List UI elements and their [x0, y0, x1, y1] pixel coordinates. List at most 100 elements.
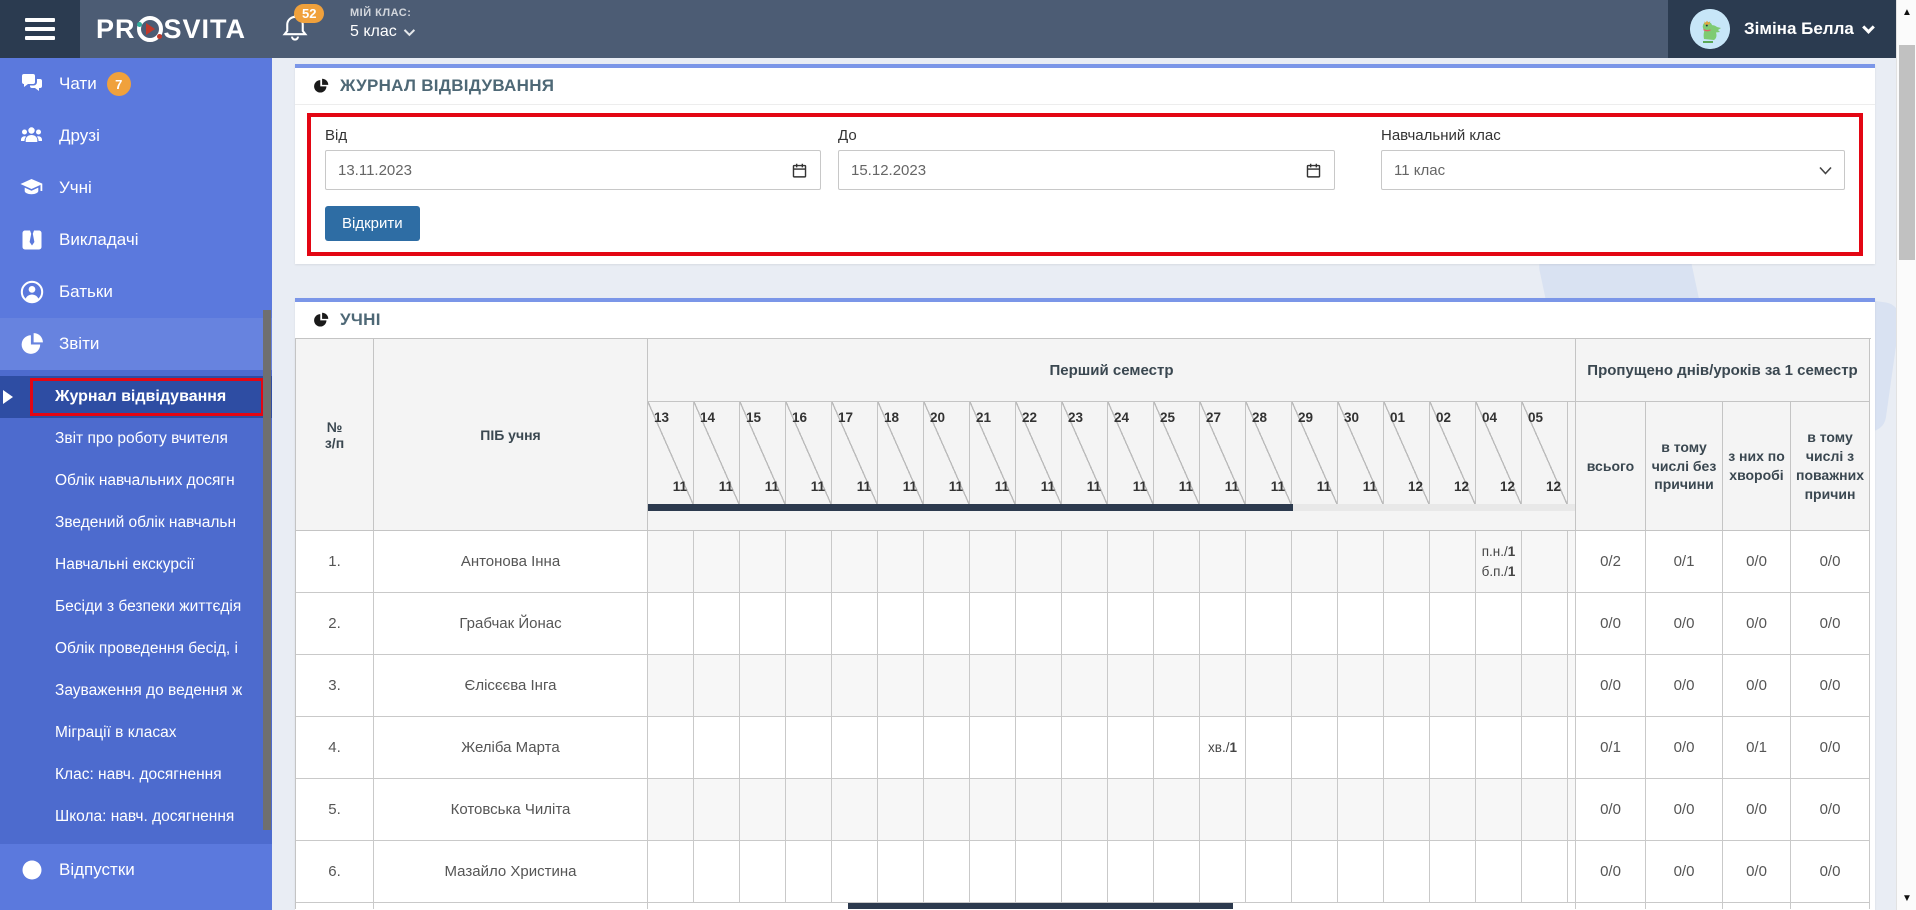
attendance-cell: [1062, 593, 1108, 655]
summary-value-cell: 0/0: [1723, 841, 1791, 903]
sidebar-item-tie[interactable]: Викладачі: [0, 214, 272, 266]
attendance-cell: [924, 593, 970, 655]
students-panel: УЧНІ № з/п ПІБ учня Перший семестр Пропущ…: [295, 298, 1875, 910]
submenu-item-8[interactable]: Зауваження до ведення ж: [0, 670, 272, 712]
summary-value-cell: 0/0: [1576, 655, 1646, 717]
sidebar-item-person[interactable]: Батьки: [0, 266, 272, 318]
summary-column-header-2: в тому числі без причини: [1646, 402, 1723, 531]
attendance-cell: [694, 779, 740, 841]
submenu-item-6[interactable]: Бесіди з безпеки життєдія: [0, 586, 272, 628]
date-header-01-12: 01 12: [1384, 402, 1430, 504]
attendance-cell: [1200, 655, 1246, 717]
menu-toggle-button[interactable]: [0, 0, 80, 58]
panel-header: УЧНІ: [295, 302, 1875, 338]
attendance-cell: [740, 841, 786, 903]
attendance-cell: [878, 841, 924, 903]
date-day: 29: [1298, 410, 1314, 425]
attendance-cell: [1430, 779, 1476, 841]
attendance-cell: [1338, 655, 1384, 717]
date-month: 11: [764, 479, 779, 494]
class-select[interactable]: 11 клас: [1381, 150, 1845, 190]
attendance-cell: [1062, 717, 1108, 779]
date-month: 11: [948, 479, 963, 494]
submenu-item-11[interactable]: Школа: навч. досягнення: [0, 796, 272, 838]
dino-avatar-icon: [1690, 9, 1730, 49]
sidebar: Чати 7 Друзі Учні Викладачі Батьки Звіти Журна…: [0, 58, 272, 910]
date-day: 24: [1114, 410, 1130, 425]
submenu-item-9[interactable]: Міграції в класах: [0, 712, 272, 754]
notifications-button[interactable]: 52: [280, 4, 326, 52]
submenu-item-1[interactable]: Журнал відвідування: [0, 376, 272, 418]
sidebar-item-grad[interactable]: Учні: [0, 162, 272, 214]
summary-value-cell: 0/0: [1646, 655, 1723, 717]
attendance-cell: [740, 655, 786, 717]
partial-row-cell: [374, 903, 648, 909]
page-scrollbar-thumb[interactable]: [1899, 45, 1915, 260]
summary-value-cell: 0/0: [1791, 531, 1870, 593]
submenu-item-7[interactable]: Облік проведення бесід, і: [0, 628, 272, 670]
summary-value-cell: 0/0: [1723, 531, 1791, 593]
date-from-input[interactable]: 13.11.2023: [325, 150, 821, 190]
hamburger-icon: [25, 18, 55, 22]
class-switcher[interactable]: 5 клас: [350, 23, 415, 41]
app-logo[interactable]: PR SVITA: [96, 0, 246, 58]
date-to-input[interactable]: 15.12.2023: [838, 150, 1335, 190]
column-header-name: ПІБ учня: [374, 339, 648, 531]
date-header-04-12: 04 12: [1476, 402, 1522, 504]
submenu-item-3[interactable]: Облік навчальних досягн: [0, 460, 272, 502]
attendance-cell: [1016, 717, 1062, 779]
student-name-cell[interactable]: Котовська Чиліта: [374, 779, 648, 841]
scroll-down-icon[interactable]: ▼: [1897, 888, 1916, 908]
submenu-item-5[interactable]: Навчальні екскурсії: [0, 544, 272, 586]
scrollbar-thumb[interactable]: [848, 903, 1233, 909]
student-name-cell[interactable]: Антонова Інна: [374, 531, 648, 593]
sidebar-item-users[interactable]: Друзі: [0, 110, 272, 162]
attendance-cell: [924, 531, 970, 593]
attendance-cell: [648, 717, 694, 779]
app-window: PR SVITA 52 МІЙ КЛАС: 5 клас Зіміна Белл…: [0, 0, 1916, 910]
attendance-cell: [1338, 841, 1384, 903]
attendance-cell: [786, 841, 832, 903]
sidebar-item-chat[interactable]: Чати 7: [0, 58, 272, 110]
summary-value-cell: 0/0: [1791, 841, 1870, 903]
attendance-cell: [1476, 841, 1522, 903]
date-month: 11: [718, 479, 733, 494]
date-header-14-11: 14 11: [694, 402, 740, 504]
attendance-cell: [1062, 841, 1108, 903]
scrollbar-thumb[interactable]: [648, 504, 1293, 511]
header-filler: [648, 511, 1576, 531]
summary-value-cell: 0/0: [1723, 593, 1791, 655]
user-menu[interactable]: Зіміна Белла: [1668, 0, 1896, 58]
open-button[interactable]: Відкрити: [325, 206, 420, 241]
panel-title: ЖУРНАЛ ВІДВІДУВАННЯ: [340, 76, 555, 95]
summary-value-cell: 0/0: [1791, 655, 1870, 717]
logo-play-icon: [136, 16, 163, 42]
summary-value-cell: 0/0: [1723, 779, 1791, 841]
page-scrollbar[interactable]: ▲ ▼: [1896, 0, 1916, 910]
attendance-cell: [1292, 841, 1338, 903]
sidebar-item-ігри[interactable]: Ігри: [0, 896, 272, 910]
student-name-cell[interactable]: Мазайло Христина: [374, 841, 648, 903]
attendance-cell: [648, 779, 694, 841]
attendance-cell: [1292, 531, 1338, 593]
submenu-item-10[interactable]: Клас: навч. досягнення: [0, 754, 272, 796]
sidebar-item-pie[interactable]: Звіти: [0, 318, 272, 370]
student-name-cell[interactable]: Грабчак Йонас: [374, 593, 648, 655]
submenu-item-4[interactable]: Зведений облік навчальн: [0, 502, 272, 544]
pie-chart-icon: [314, 312, 329, 327]
attendance-journal-panel: ЖУРНАЛ ВІДВІДУВАННЯ Від 13.11.2023 До 15…: [295, 64, 1875, 264]
student-name-cell[interactable]: Желіба Марта: [374, 717, 648, 779]
sidebar-item-відпустки[interactable]: Відпустки: [0, 844, 272, 896]
attendance-cell: [1384, 841, 1430, 903]
class-select-label: Навчальний клас: [1381, 127, 1501, 144]
sidebar-scrollbar-thumb[interactable]: [263, 310, 271, 830]
scroll-up-icon[interactable]: ▲: [1897, 2, 1916, 22]
summary-column-header-4: в тому числі з поважних причин: [1791, 402, 1870, 531]
submenu-item-2[interactable]: Звіт про роботу вчителя: [0, 418, 272, 460]
top-navbar: PR SVITA 52 МІЙ КЛАС: 5 клас Зіміна Белл…: [0, 0, 1916, 58]
sidebar-item-label: Батьки: [59, 282, 113, 301]
date-day: 02: [1436, 410, 1452, 425]
attendance-cell: [1108, 531, 1154, 593]
student-name-cell[interactable]: Єлісєєва Інга: [374, 655, 648, 717]
attendance-cell: [924, 655, 970, 717]
